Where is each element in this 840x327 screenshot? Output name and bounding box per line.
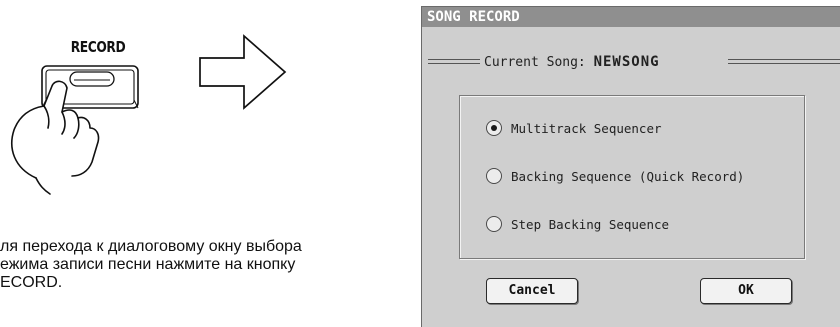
radio-selected-icon[interactable] [486, 120, 502, 136]
arrow-right-icon [199, 34, 287, 110]
current-song-row: Current Song: NEWSONG [422, 51, 840, 73]
option-multitrack-sequencer[interactable]: Multitrack Sequencer [486, 117, 662, 139]
radio-unselected-icon[interactable] [486, 168, 502, 184]
song-record-dialog: SONG RECORD Current Song: NEWSONG Multit… [421, 6, 840, 327]
current-song-label: Current Song: [484, 55, 586, 70]
cancel-button[interactable]: Cancel [486, 278, 578, 304]
instruction-text: ля перехода к диалоговому окну выбора еж… [0, 238, 302, 291]
hand-pressing-button-drawing [11, 34, 287, 195]
record-button-caption: RECORD [70, 38, 126, 56]
current-song-name: NEWSONG [593, 54, 660, 70]
option-label: Backing Sequence (Quick Record) [511, 168, 745, 184]
record-mode-options: Multitrack Sequencer Backing Sequence (Q… [459, 95, 805, 259]
radio-unselected-icon[interactable] [486, 216, 502, 232]
option-backing-sequence[interactable]: Backing Sequence (Quick Record) [486, 165, 744, 187]
option-label: Multitrack Sequencer [511, 120, 662, 136]
option-step-backing-sequence[interactable]: Step Backing Sequence [486, 213, 669, 235]
option-label: Step Backing Sequence [511, 216, 670, 232]
divider-right [728, 59, 840, 64]
divider-left [428, 59, 480, 64]
current-song: Current Song: NEWSONG [484, 51, 660, 74]
ok-button[interactable]: OK [700, 278, 792, 304]
dialog-title: SONG RECORD [422, 7, 840, 27]
record-illustration: RECORD ля перехода к диалоговому окну вы… [0, 0, 400, 327]
